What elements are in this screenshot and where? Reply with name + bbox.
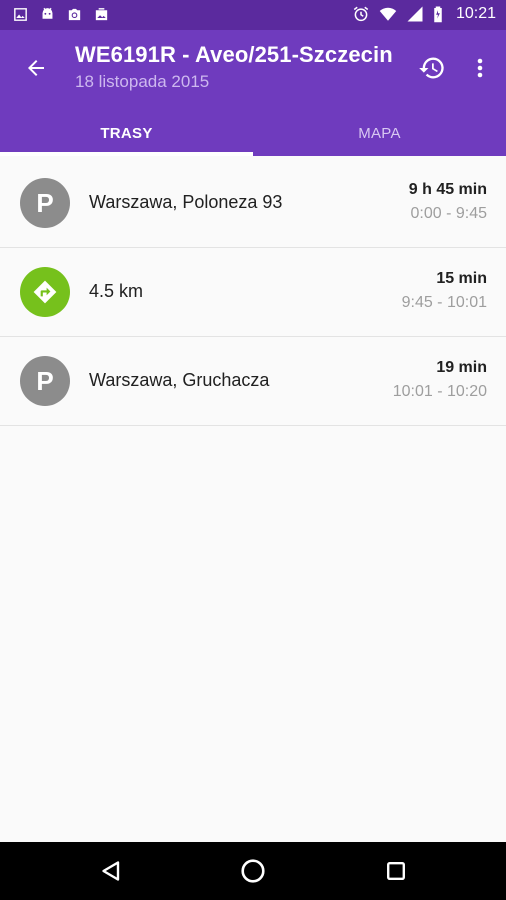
notification-icons <box>12 6 110 23</box>
tab-bar: TRASY MAPA <box>0 110 506 156</box>
item-label: Warszawa, Poloneza 93 <box>89 192 283 212</box>
parking-icon: P <box>20 356 70 406</box>
list-item[interactable]: P Warszawa, Poloneza 93 9 h 45 min 0:00 … <box>0 159 506 248</box>
nav-home-button[interactable] <box>238 856 268 886</box>
back-button[interactable] <box>18 50 54 86</box>
alarm-icon <box>353 6 369 22</box>
recents-square-icon <box>387 862 405 880</box>
battery-icon <box>434 6 442 23</box>
directions-sign-icon <box>33 280 57 304</box>
home-circle-icon <box>241 859 265 883</box>
arrow-back-icon <box>28 60 44 76</box>
item-duration: 15 min <box>436 270 487 287</box>
item-time-range: 0:00 - 9:45 <box>410 205 488 222</box>
list-item[interactable]: P Warszawa, Gruchacza 19 min 10:01 - 10:… <box>0 337 506 426</box>
tab-mapa[interactable]: MAPA <box>253 110 506 156</box>
android-icon <box>42 7 53 19</box>
system-nav-bar <box>0 842 506 900</box>
history-icon <box>419 57 444 79</box>
history-button[interactable] <box>414 50 450 86</box>
photo-icon <box>68 8 81 21</box>
status-bar: 10:21 <box>0 0 506 30</box>
list-item[interactable]: 4.5 km 15 min 9:45 - 10:01 <box>0 248 506 337</box>
back-triangle-icon <box>102 861 120 881</box>
tab-trasy[interactable]: TRASY <box>0 110 253 156</box>
page-subtitle: 18 listopada 2015 <box>75 72 210 91</box>
system-icons: 10:21 <box>352 5 496 23</box>
item-time-range: 9:45 - 10:01 <box>401 294 487 311</box>
more-vert-icon <box>477 58 483 78</box>
trip-list: P Warszawa, Poloneza 93 9 h 45 min 0:00 … <box>0 159 506 426</box>
item-duration: 9 h 45 min <box>408 181 487 198</box>
app-bar: WE6191R - Aveo/251-Szczecin 18 listopada… <box>0 30 506 156</box>
item-duration: 19 min <box>436 359 487 376</box>
nav-recents-button[interactable] <box>381 856 411 886</box>
directions-icon <box>20 267 70 317</box>
more-options-button[interactable] <box>466 50 494 86</box>
nav-back-button[interactable] <box>96 856 126 886</box>
wifi-icon <box>379 7 397 21</box>
item-time-range: 10:01 - 10:20 <box>392 383 487 400</box>
signal-icon <box>407 6 423 22</box>
tab-indicator <box>0 152 253 156</box>
page-title: WE6191R - Aveo/251-Szczecin <box>75 42 393 67</box>
clock: 10:21 <box>455 5 496 22</box>
parking-icon: P <box>20 178 70 228</box>
item-label: Warszawa, Gruchacza <box>89 370 270 390</box>
item-label: 4.5 km <box>89 281 144 301</box>
photo-icon <box>95 8 108 21</box>
image-icon <box>14 8 27 21</box>
